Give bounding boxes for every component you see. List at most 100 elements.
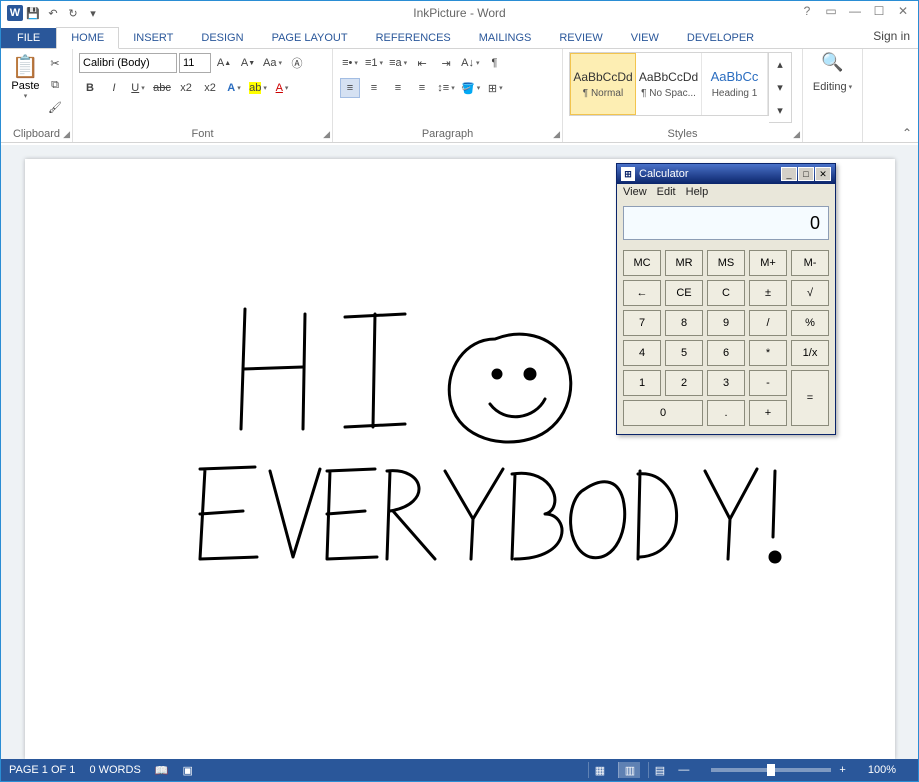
web-layout-button[interactable]: ▤	[648, 762, 670, 778]
calc-key-decimal[interactable]: .	[707, 400, 745, 426]
tab-home[interactable]: HOME	[56, 27, 119, 49]
multilevel-list-button[interactable]: ≡a	[388, 53, 408, 73]
decrease-indent-button[interactable]: ⇤	[412, 53, 432, 73]
calc-key-8[interactable]: 8	[665, 310, 703, 336]
qat-customize-button[interactable]: ▾	[83, 3, 103, 23]
align-left-button[interactable]: ≡	[340, 78, 360, 98]
font-name-combo[interactable]	[79, 53, 177, 73]
calc-menu-view[interactable]: View	[623, 186, 647, 198]
calc-key-7[interactable]: 7	[623, 310, 661, 336]
shading-button[interactable]: 🪣	[460, 78, 481, 98]
grow-font-button[interactable]: A▲	[214, 53, 234, 73]
calc-key-mminus[interactable]: M-	[791, 250, 829, 276]
qat-undo-button[interactable]: ↶	[43, 3, 63, 23]
qat-redo-button[interactable]: ↻	[63, 3, 83, 23]
calc-maximize-button[interactable]: □	[798, 167, 814, 181]
calc-key-3[interactable]: 3	[707, 370, 745, 396]
tab-file[interactable]: FILE	[1, 28, 56, 48]
align-right-button[interactable]: ≡	[388, 78, 408, 98]
bold-button[interactable]: B	[80, 78, 100, 98]
style-gallery-more[interactable]: ▾	[770, 100, 790, 121]
numbering-button[interactable]: ≡1	[364, 53, 384, 73]
tab-view[interactable]: VIEW	[617, 28, 673, 48]
show-hide-marks-button[interactable]: ¶	[484, 53, 504, 73]
minimize-button[interactable]: —	[844, 3, 866, 19]
paste-button[interactable]: 📋 Paste ▾	[7, 52, 44, 118]
change-case-button[interactable]: Aa	[262, 53, 283, 73]
calc-key-5[interactable]: 5	[665, 340, 703, 366]
style-normal[interactable]: AaBbCcDd ¶ Normal	[570, 53, 636, 115]
italic-button[interactable]: I	[104, 78, 124, 98]
styles-dialog-launcher[interactable]: ◢	[793, 129, 800, 140]
calc-key-minus[interactable]: -	[749, 370, 787, 396]
clipboard-dialog-launcher[interactable]: ◢	[63, 129, 70, 140]
tab-insert[interactable]: INSERT	[119, 28, 187, 48]
zoom-level[interactable]: 100%	[868, 764, 896, 776]
highlight-button[interactable]: ab	[248, 78, 268, 98]
clear-formatting-button[interactable]: Ⓐ	[287, 53, 307, 73]
calc-key-sqrt[interactable]: √	[791, 280, 829, 306]
increase-indent-button[interactable]: ⇥	[436, 53, 456, 73]
text-effects-button[interactable]: A	[224, 78, 244, 98]
subscript-button[interactable]: x2	[176, 78, 196, 98]
calculator-window[interactable]: ⊞ Calculator _ □ ✕ View Edit Help 0 MC M…	[616, 163, 836, 435]
style-gallery-down[interactable]: ▾	[770, 77, 790, 98]
borders-button[interactable]: ⊞	[485, 78, 505, 98]
underline-button[interactable]: U	[128, 78, 148, 98]
calc-title-bar[interactable]: ⊞ Calculator _ □ ✕	[617, 164, 835, 184]
calc-key-6[interactable]: 6	[707, 340, 745, 366]
calc-close-button[interactable]: ✕	[815, 167, 831, 181]
align-center-button[interactable]: ≡	[364, 78, 384, 98]
cut-button[interactable]: ✂	[45, 53, 65, 73]
zoom-out-button[interactable]: —	[678, 764, 689, 776]
maximize-button[interactable]: ☐	[868, 3, 890, 19]
calc-key-c[interactable]: C	[707, 280, 745, 306]
calc-menu-edit[interactable]: Edit	[657, 186, 676, 198]
calc-key-mc[interactable]: MC	[623, 250, 661, 276]
collapse-ribbon-button[interactable]: ⌃	[902, 126, 912, 140]
strikethrough-button[interactable]: abc	[152, 78, 172, 98]
spellcheck-button[interactable]: 📖	[155, 764, 169, 777]
format-painter-button[interactable]: 🖌	[45, 97, 65, 117]
shrink-font-button[interactable]: A▼	[238, 53, 258, 73]
ribbon-display-options[interactable]: ▭	[820, 3, 842, 19]
calc-menu-help[interactable]: Help	[686, 186, 709, 198]
zoom-thumb[interactable]	[767, 764, 775, 776]
calc-key-reciprocal[interactable]: 1/x	[791, 340, 829, 366]
tab-developer[interactable]: DEVELOPER	[673, 28, 768, 48]
tab-review[interactable]: REVIEW	[545, 28, 616, 48]
calc-key-mplus[interactable]: M+	[749, 250, 787, 276]
font-color-button[interactable]: A	[272, 78, 292, 98]
style-gallery[interactable]: AaBbCcDd ¶ Normal AaBbCcDd ¶ No Spac... …	[569, 52, 769, 116]
calc-key-4[interactable]: 4	[623, 340, 661, 366]
tab-page-layout[interactable]: PAGE LAYOUT	[258, 28, 362, 48]
zoom-slider[interactable]	[711, 768, 831, 772]
bullets-button[interactable]: ≡•	[340, 53, 360, 73]
font-dialog-launcher[interactable]: ◢	[323, 129, 330, 140]
superscript-button[interactable]: x2	[200, 78, 220, 98]
word-count[interactable]: 0 WORDS	[89, 764, 140, 776]
calc-key-equals[interactable]: =	[791, 370, 829, 426]
print-layout-button[interactable]: ▥	[618, 762, 640, 778]
editing-dropdown[interactable]: Editing	[812, 77, 853, 97]
calc-key-percent[interactable]: %	[791, 310, 829, 336]
sort-button[interactable]: A↓	[460, 53, 480, 73]
close-button[interactable]: ✕	[892, 3, 914, 19]
tab-references[interactable]: REFERENCES	[362, 28, 465, 48]
calc-key-0[interactable]: 0	[623, 400, 703, 426]
calc-key-negate[interactable]: ±	[749, 280, 787, 306]
page-indicator[interactable]: PAGE 1 OF 1	[9, 764, 75, 776]
tab-design[interactable]: DESIGN	[187, 28, 257, 48]
calc-minimize-button[interactable]: _	[781, 167, 797, 181]
calc-key-1[interactable]: 1	[623, 370, 661, 396]
calc-key-mr[interactable]: MR	[665, 250, 703, 276]
zoom-in-button[interactable]: +	[839, 764, 845, 776]
style-no-spacing[interactable]: AaBbCcDd ¶ No Spac...	[636, 53, 702, 115]
justify-button[interactable]: ≡	[412, 78, 432, 98]
font-size-combo[interactable]	[179, 53, 211, 73]
copy-button[interactable]: ⧉	[45, 75, 65, 95]
macro-record-button[interactable]: ▣	[182, 764, 192, 777]
calc-key-plus[interactable]: +	[749, 400, 787, 426]
line-spacing-button[interactable]: ↕≡	[436, 78, 456, 98]
calc-key-ms[interactable]: MS	[707, 250, 745, 276]
